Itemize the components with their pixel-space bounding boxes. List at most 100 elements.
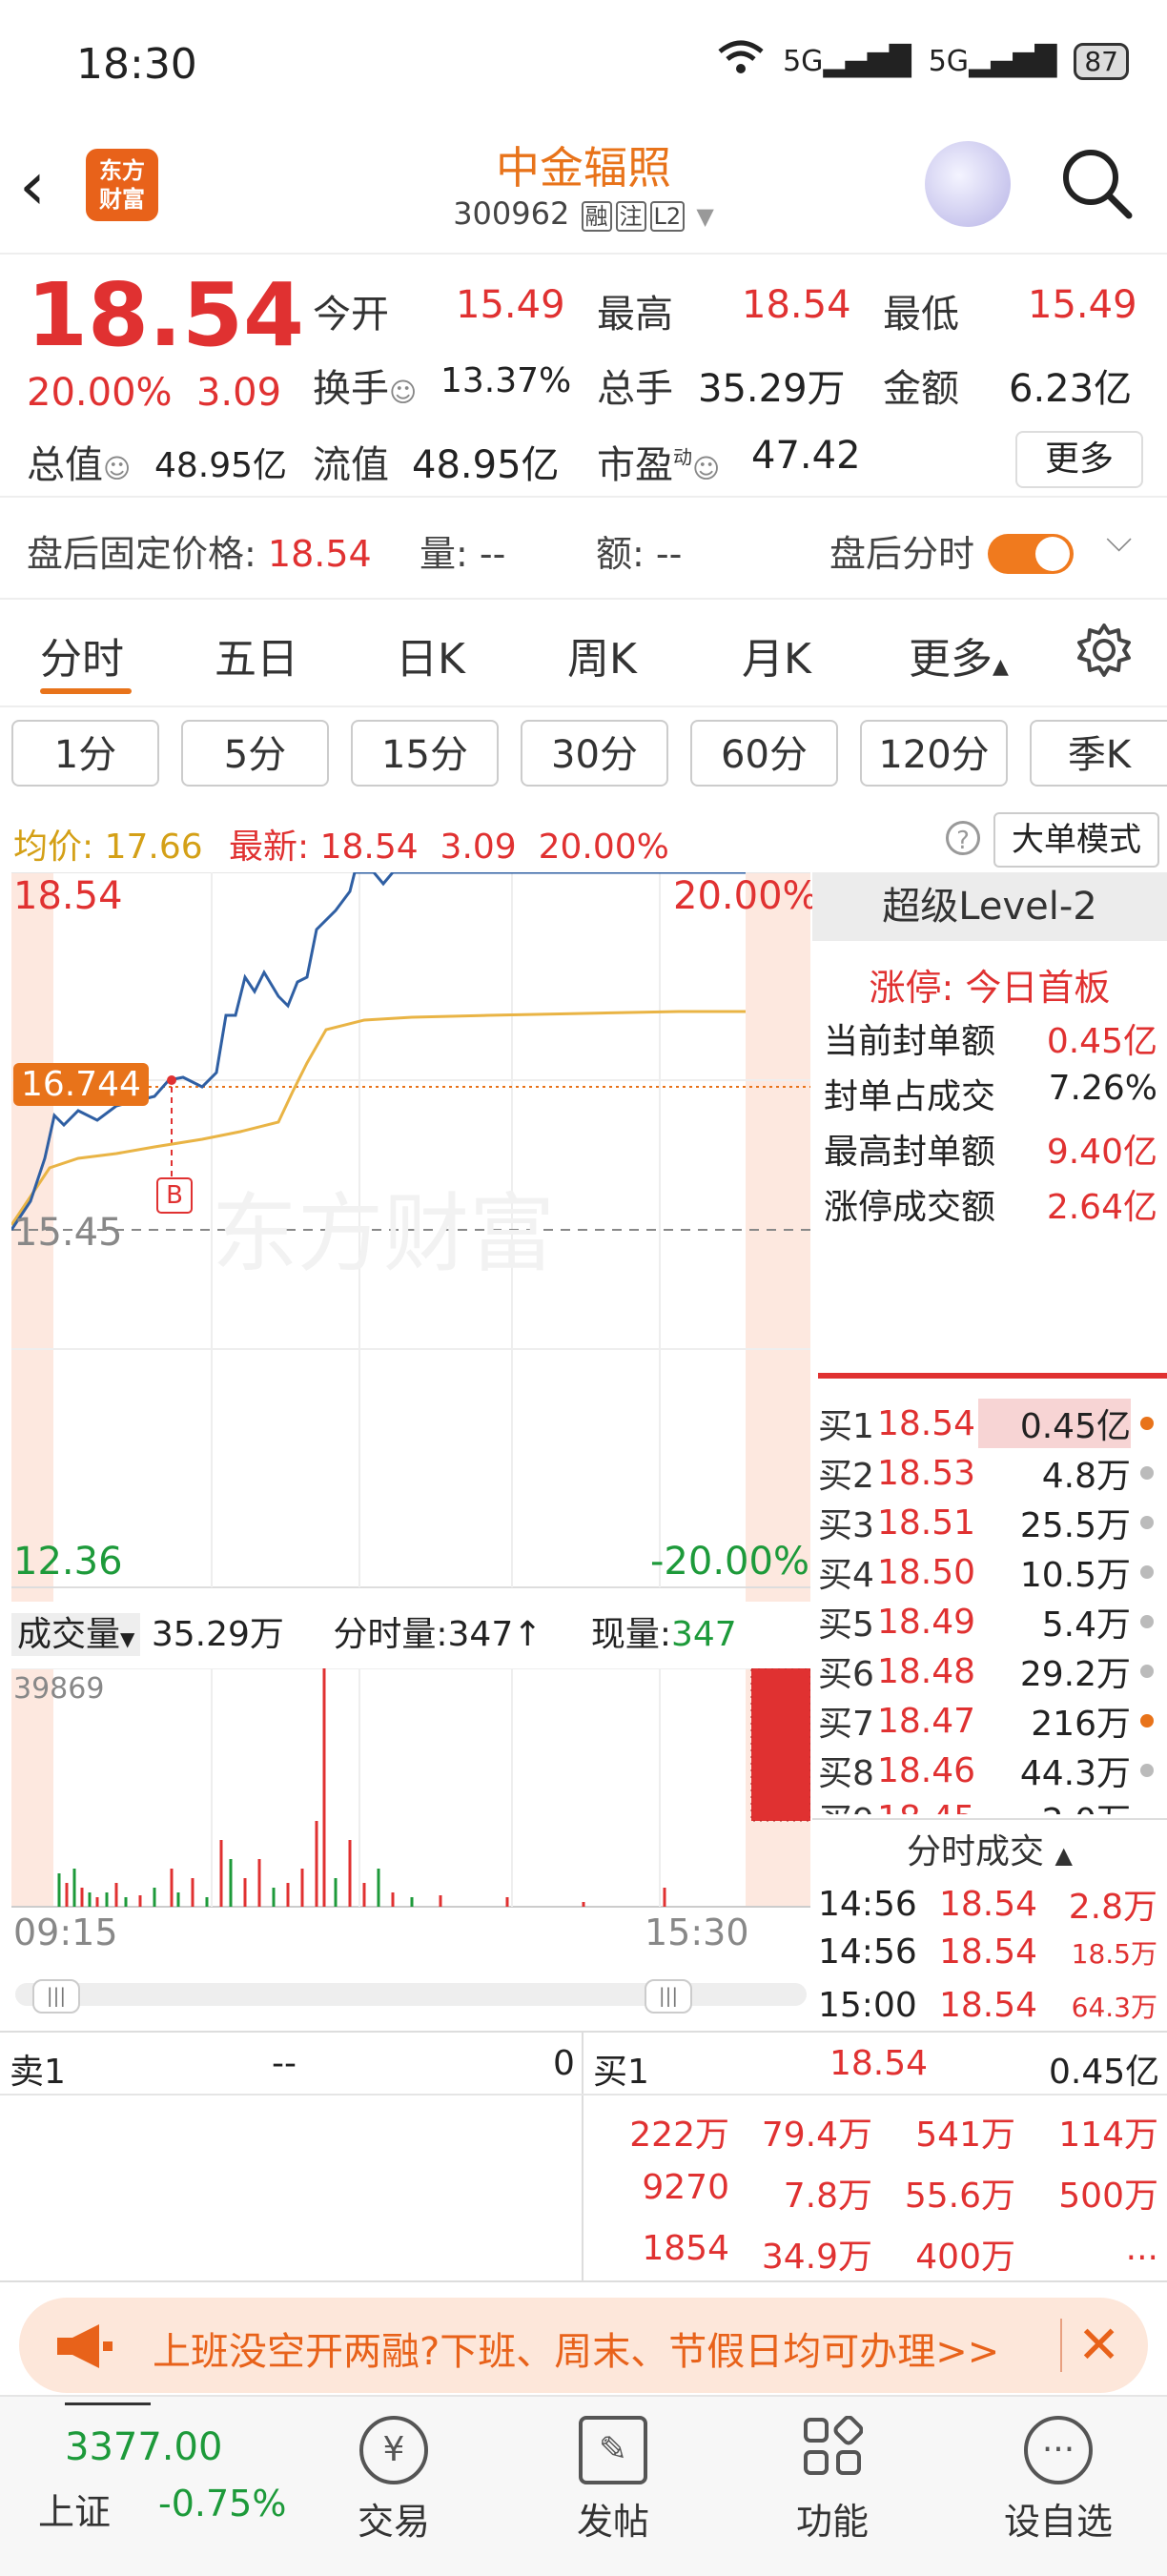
period-tabs: 分时 五日 日K 周K 月K 更多▲ [0, 601, 1167, 707]
volume-max-label: 39869 [13, 1672, 105, 1706]
chart-top-pct: 20.00% [673, 874, 819, 918]
limit-up-status: 涨停: 今日首板 [869, 967, 1111, 1009]
amount-value: 6.23亿 [1009, 367, 1133, 411]
buy1-volume: 0.45亿 [1049, 2053, 1160, 2092]
latest-price: 最新: 18.54 3.09 20.00% [229, 828, 669, 867]
scroller-left-handle[interactable]: ||| [32, 1979, 80, 2014]
search-icon[interactable] [1058, 145, 1133, 219]
tab-5min[interactable]: 5分 [181, 720, 329, 787]
close-icon[interactable]: ✕ [1077, 2315, 1120, 2375]
index-change: -0.75% [158, 2483, 287, 2525]
float-cap-value: 48.95亿 [412, 443, 560, 487]
help-icon[interactable]: ? [946, 821, 980, 855]
order-queue-panel: 卖1 -- 0 买1 18.54 0.45亿 222万 79.4万 541万 1… [0, 2031, 1167, 2282]
promo-banner[interactable]: 上班没空开两融?下班、周末、节假日均可办理>> ✕ [19, 2298, 1148, 2393]
volume-chart[interactable]: 39869 [11, 1667, 811, 1912]
buy1-label: 买1 [593, 2053, 649, 2092]
queue-cell: 500万 [1058, 2177, 1158, 2216]
banner-text[interactable]: 上班没空开两融?下班、周末、节假日均可办理>> [153, 2320, 999, 2376]
battery-icon: 87 [1074, 42, 1129, 80]
level2-title[interactable]: 超级Level-2 [812, 872, 1167, 941]
chevron-down-icon[interactable]: ⌵ [1106, 521, 1132, 561]
chart-bottom-price: 12.36 [13, 1540, 123, 1584]
level2-tag: L2 [649, 201, 686, 232]
volume-total: 35.29万 [151, 1615, 284, 1654]
tab-120min[interactable]: 120分 [860, 720, 1008, 787]
chart-base-price: 15.45 [13, 1211, 123, 1255]
buy-marker[interactable]: B [156, 1177, 193, 1214]
tab-intraday[interactable]: 分时 [40, 624, 124, 685]
gear-icon[interactable] [1075, 622, 1133, 683]
wifi-icon [716, 38, 766, 84]
bid-row[interactable]: 买7 18.47 216万 [818, 1696, 1167, 1746]
bid-row[interactable]: 买8 18.46 44.3万 [818, 1746, 1167, 1795]
scroller-right-handle[interactable]: ||| [645, 1979, 692, 2014]
bid-row[interactable]: 买2 18.53 4.8万 [818, 1448, 1167, 1498]
after-hours-bar: 盘后固定价格: 18.54 量: -- 额: -- 盘后分时 ⌵ [0, 496, 1167, 600]
signal-icon-2: 5G▂▄▆█ [928, 44, 1057, 78]
low-value: 15.49 [1028, 283, 1137, 327]
market-cap-value: 48.95亿 [154, 446, 288, 485]
minute-tabs: 1分 5分 15分 30分 60分 120分 季K [0, 720, 1167, 796]
nav-watchlist[interactable]: ··· 设自选 [982, 2416, 1135, 2545]
current-volume: 现量:347 [590, 1615, 737, 1654]
avg-price: 均价: 17.66 [13, 828, 203, 867]
tab-daily-k[interactable]: 日K [396, 624, 465, 685]
low-label: 最低 [883, 293, 959, 337]
chart-bottom-pct: -20.00% [650, 1540, 809, 1584]
bid-divider [818, 1373, 1167, 1379]
info-icon[interactable]: ☺ [389, 377, 417, 408]
bid-row[interactable]: 买5 18.49 5.4万 [818, 1597, 1167, 1646]
queue-cell: 222万 [629, 2116, 729, 2155]
system-icons: 5G▂▄▆█ 5G▂▄▆█ 87 [716, 38, 1129, 84]
edit-icon: ✎ [579, 2416, 647, 2484]
info-icon[interactable]: ☺ [692, 453, 720, 484]
tab-weekly-k[interactable]: 周K [567, 624, 637, 685]
more-button[interactable]: 更多 [1015, 431, 1143, 488]
index-name[interactable]: 上证 [38, 2483, 111, 2535]
bid-row[interactable]: 买6 18.48 29.2万 [818, 1646, 1167, 1696]
buy1-price: 18.54 [829, 2044, 929, 2083]
volume-selector[interactable]: 成交量▼ [11, 1613, 141, 1656]
queue-cell: ... [1125, 2229, 1158, 2268]
pe-value: 47.42 [751, 434, 861, 478]
queue-cell: 1854 [642, 2229, 729, 2268]
nav-trade[interactable]: ¥ 交易 [317, 2416, 470, 2545]
megaphone-icon [53, 2322, 114, 2374]
index-value[interactable]: 3377.00 [65, 2425, 222, 2469]
cursor-price-label: 16.744 [13, 1063, 149, 1106]
tab-30min[interactable]: 30分 [521, 720, 668, 787]
robot-assistant-icon[interactable] [925, 141, 1011, 227]
bid-row[interactable]: 买918.452.0万 [818, 1793, 1167, 1815]
after-hours-toggle[interactable] [988, 534, 1074, 574]
open-value: 15.49 [456, 283, 565, 327]
l2-stat-row: 当前封单额 0.45亿 [824, 1022, 1157, 1061]
quote-panel: 18.54 20.00% 3.09 今开 15.49 最高 18.54 最低 1… [0, 255, 1167, 493]
bid-row[interactable]: 买1 18.54 0.45亿 [818, 1399, 1167, 1448]
price-chart-svg[interactable]: 东方财富 [10, 870, 810, 1602]
bid-row[interactable]: 买3 18.51 25.5万 [818, 1498, 1167, 1547]
nav-functions[interactable]: 功能 [756, 2415, 909, 2545]
after-hours-amount: 额: -- [596, 533, 683, 575]
amount-label: 金额 [883, 367, 959, 411]
status-bar: 18:30 5G▂▄▆█ 5G▂▄▆█ 87 [0, 0, 1167, 124]
nav-post[interactable]: ✎ 发帖 [537, 2416, 689, 2545]
volume-label: 总手 [597, 367, 673, 411]
l2-stat-row: 封单占成交 7.26% [824, 1069, 1157, 1116]
info-icon[interactable]: ☺ [103, 453, 131, 484]
tab-five-day[interactable]: 五日 [215, 624, 298, 685]
ticks-title[interactable]: 分时成交 ▲ [812, 1824, 1167, 1873]
tab-15min[interactable]: 15分 [351, 720, 499, 787]
queue-cell: 7.8万 [783, 2177, 872, 2216]
intraday-chart[interactable]: 东方财富 18.54 20.00% 16.744 B 15.45 12.36 -… [10, 870, 819, 1602]
price-change: 20.00% 3.09 [27, 371, 281, 415]
tab-monthly-k[interactable]: 月K [742, 624, 811, 685]
tab-1min[interactable]: 1分 [11, 720, 159, 787]
bid-row[interactable]: 买4 18.50 10.5万 [818, 1547, 1167, 1597]
high-value: 18.54 [742, 283, 851, 327]
time-range-scroller[interactable]: ||| ||| [15, 1979, 807, 2014]
tab-quarter-k[interactable]: 季K [1030, 720, 1167, 787]
big-order-mode-button[interactable]: 大单模式 [993, 812, 1159, 868]
tab-more[interactable]: 更多▲ [909, 624, 1009, 685]
tab-60min[interactable]: 60分 [690, 720, 838, 787]
